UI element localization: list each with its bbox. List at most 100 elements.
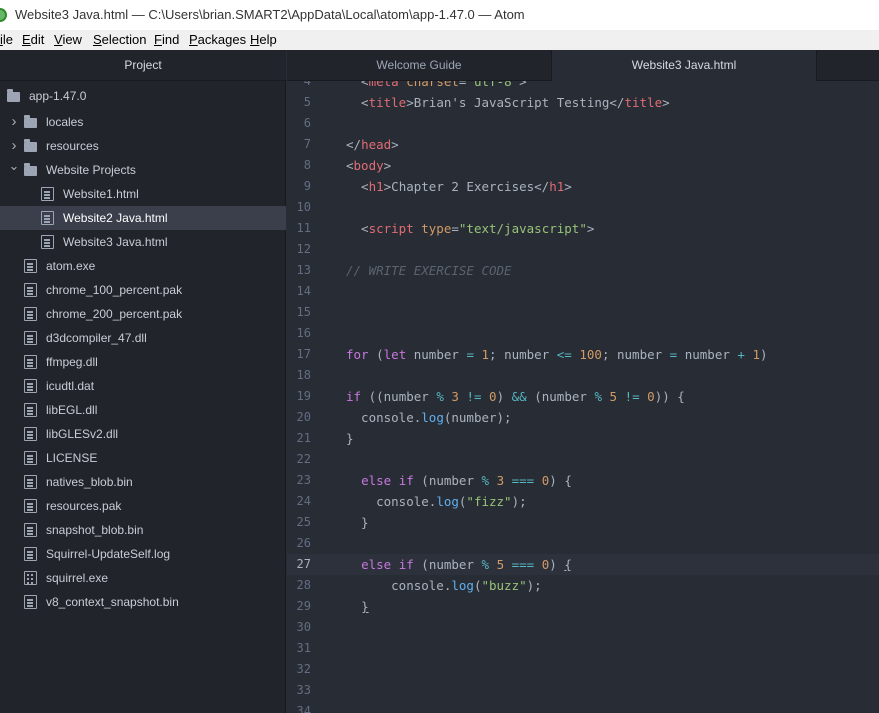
code-token: title [368, 95, 407, 110]
code-editor[interactable]: 4 <meta charset="utf-8"> 5 <title>Brian's… [287, 81, 879, 713]
code-token: % [594, 389, 602, 404]
tab-website3-java[interactable]: Website3 Java.html [551, 50, 817, 82]
line-number: 34 [296, 704, 311, 713]
code-token: meta [368, 81, 399, 89]
tree-item[interactable]: chrome_200_percent.pak [0, 302, 286, 326]
tree-item-label: Website2 Java.html [63, 211, 168, 225]
tree-item[interactable]: LICENSE [0, 446, 286, 470]
tree-item[interactable]: natives_blob.bin [0, 470, 286, 494]
line-number: 30 [296, 620, 311, 634]
file-icon [24, 307, 37, 321]
line-number: 8 [303, 158, 311, 172]
tree-item[interactable]: resources.pak [0, 494, 286, 518]
code-line: 10 [287, 197, 879, 218]
code-line: 27 else if (number % 5 === 0) { [287, 554, 879, 575]
line-code: } [346, 596, 369, 617]
tree-item[interactable]: d3dcompiler_47.dll [0, 326, 286, 350]
line-code: console.log(number); [346, 407, 512, 428]
tree-item-label: chrome_100_percent.pak [46, 283, 183, 297]
code-token: number [677, 347, 738, 362]
code-token: } [346, 515, 369, 530]
tree-item-label: locales [46, 115, 84, 129]
chevron-down-icon: ⌄ [8, 158, 20, 173]
code-token: else [361, 473, 392, 488]
tree-item-label: resources.pak [46, 499, 122, 513]
menu-selection[interactable]: Selection [93, 30, 146, 50]
tree-item[interactable]: snapshot_blob.bin [0, 518, 286, 542]
code-line: 24 console.log("fizz"); [287, 491, 879, 512]
tree-item[interactable]: Website3 Java.html [0, 230, 286, 254]
tree-item[interactable]: Website1.html [0, 182, 286, 206]
menu-ile[interactable]: ile [0, 30, 13, 50]
line-number: 12 [296, 242, 311, 256]
tree-item[interactable]: › locales [0, 110, 286, 134]
menu-find[interactable]: Find [154, 30, 179, 50]
menu-packages[interactable]: Packages [189, 30, 246, 50]
line-number: 26 [296, 536, 311, 550]
code-token: 0 [647, 389, 655, 404]
tree-view-header[interactable]: Project [0, 50, 286, 81]
tree-item[interactable]: ⌄ Website Projects [0, 158, 286, 182]
line-number: 24 [296, 494, 311, 508]
tree-item[interactable]: ffmpeg.dll [0, 350, 286, 374]
file-icon [41, 235, 54, 249]
tree-root-folder[interactable]: ⌄app-1.47.0 [0, 84, 286, 108]
line-number: 32 [296, 662, 311, 676]
tree-item[interactable]: libEGL.dll [0, 398, 286, 422]
tree-item[interactable]: atom.exe [0, 254, 286, 278]
code-token: <= [556, 347, 572, 362]
code-token: > [383, 158, 392, 173]
code-line: 6 [287, 113, 879, 134]
code-line: 19 if ((number % 3 != 0) && (number % 5 !… [287, 386, 879, 407]
code-line: 21} [287, 428, 879, 449]
tree-item[interactable]: icudtl.dat [0, 374, 286, 398]
tree-item[interactable]: squirrel.exe [0, 566, 286, 590]
tree-item[interactable]: chrome_100_percent.pak [0, 278, 286, 302]
code-line: 17 for (let number = 1; number <= 100; nu… [287, 344, 879, 365]
folder-icon [24, 139, 37, 152]
code-token: >Chapter 2 Exercises</ [383, 179, 550, 194]
line-number: 10 [296, 200, 311, 214]
line-number: 5 [303, 95, 311, 109]
line-number: 17 [296, 347, 311, 361]
file-icon [24, 499, 37, 513]
tree-item[interactable]: Website2 Java.html [0, 206, 286, 230]
tree-item-label: libEGL.dll [46, 403, 98, 417]
code-token: > [564, 179, 572, 194]
file-icon [24, 331, 37, 345]
code-token: > [586, 221, 595, 236]
code-token: head [361, 137, 392, 152]
menu-help[interactable]: Help [250, 30, 277, 50]
code-token: "text/javascript" [458, 221, 587, 236]
tree-item[interactable]: libGLESv2.dll [0, 422, 286, 446]
tree-item[interactable]: v8_context_snapshot.bin [0, 590, 286, 614]
code-line: 29 } [287, 596, 879, 617]
code-token: 1 [752, 347, 761, 362]
tree-item-label: ffmpeg.dll [46, 355, 98, 369]
menu-view[interactable]: View [54, 30, 82, 50]
tab-welcome-guide[interactable]: Welcome Guide [287, 50, 551, 81]
code-token: = [451, 221, 459, 236]
line-number: 23 [296, 473, 311, 487]
tree-item[interactable]: › resources [0, 134, 286, 158]
line-code: <script type="text/javascript"> [346, 218, 594, 239]
code-line: 22 [287, 449, 879, 470]
code-token: body [353, 158, 384, 173]
code-token: type [413, 221, 452, 236]
tree-item-label: squirrel.exe [46, 571, 109, 585]
line-number: 29 [296, 599, 311, 613]
menu-edit[interactable]: Edit [22, 30, 44, 50]
code-token: if [346, 389, 362, 404]
tree-item[interactable]: Squirrel-UpdateSelf.log [0, 542, 286, 566]
file-icon [24, 379, 37, 393]
code-token: // WRITE EXERCISE CODE [346, 263, 512, 278]
file-icon [24, 403, 37, 417]
